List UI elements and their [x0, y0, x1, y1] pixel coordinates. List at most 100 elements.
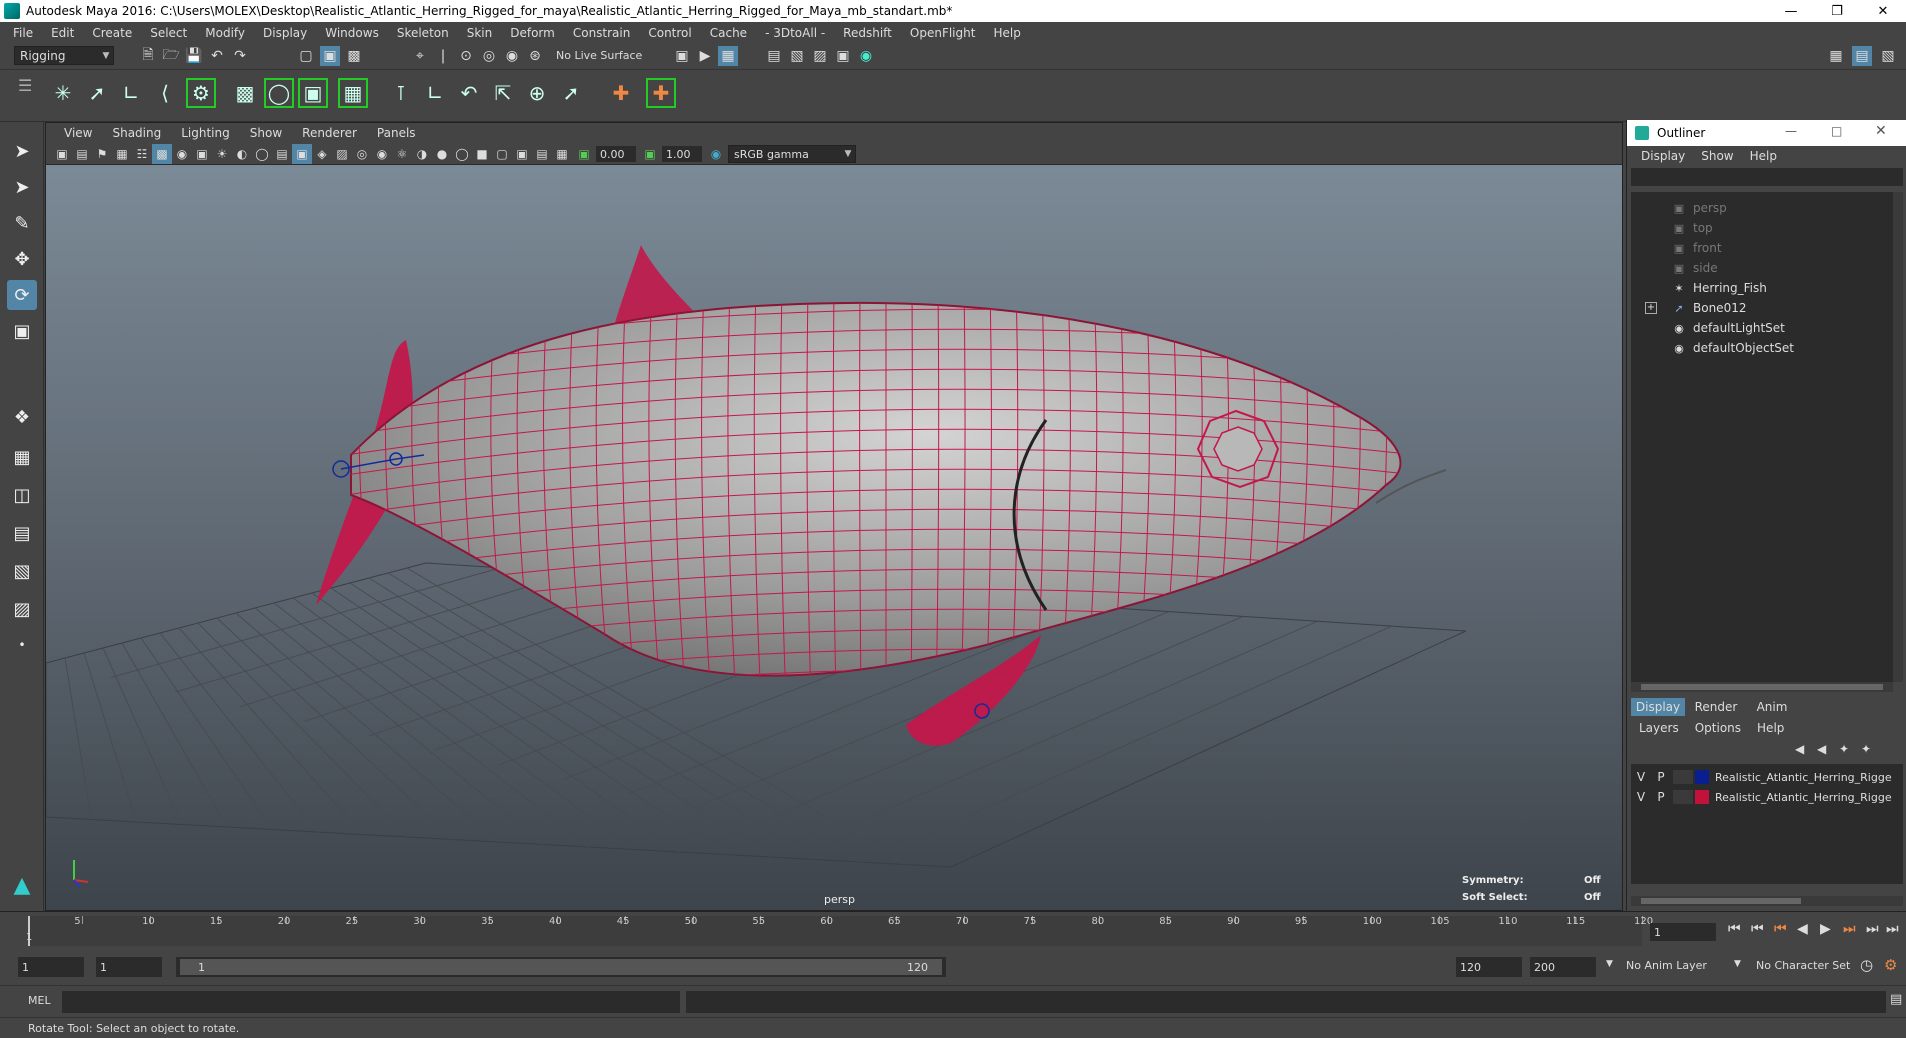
layer-color-swatch[interactable] — [1695, 790, 1709, 804]
smooth-shade-icon[interactable]: ◉ — [172, 144, 192, 164]
outliner-maximize-icon[interactable]: □ — [1831, 124, 1842, 138]
outliner-item-default-object-set[interactable]: ◉ defaultObjectSet — [1671, 338, 1794, 358]
layer-display-type[interactable] — [1673, 790, 1693, 804]
anim-layer-label[interactable]: No Anim Layer — [1626, 959, 1707, 972]
menu-openflight[interactable]: OpenFlight — [901, 26, 985, 40]
outliner-list[interactable]: ▣ persp ▣ top ▣ front ▣ side ✶ Herring_Fish ➚… — [1631, 192, 1893, 682]
move-layer-down-icon[interactable]: ◀ — [1817, 742, 1826, 756]
outliner-item-front[interactable]: ▣ front — [1671, 238, 1722, 258]
snap-point-icon[interactable]: ⊙ — [456, 46, 476, 66]
layer-menu-options[interactable]: Options — [1695, 721, 1757, 735]
smooth-bind-icon[interactable]: ◯ — [264, 78, 294, 108]
two-view-icon[interactable]: ◫ — [7, 480, 37, 510]
lasso-tool-icon[interactable]: ➤ — [7, 172, 37, 202]
safe-action-icon[interactable]: ▦ — [552, 144, 572, 164]
graph-persp-icon[interactable]: ▧ — [7, 556, 37, 586]
xray-icon[interactable]: ◯ — [252, 144, 272, 164]
vp-menu-show[interactable]: Show — [240, 126, 292, 140]
tab-anim[interactable]: Anim — [1745, 698, 1799, 716]
grid-toggle-icon[interactable]: ☷ — [132, 144, 152, 164]
range-handle[interactable]: 1 120 — [180, 959, 942, 975]
ipr-icon[interactable]: ▨ — [810, 46, 830, 66]
render-frame-icon[interactable]: ▶ — [695, 46, 715, 66]
bookmark-icon[interactable]: ⚑ — [92, 144, 112, 164]
outliner-persp-icon[interactable]: ▤ — [7, 518, 37, 548]
quad-layout-icon[interactable]: ❖ — [7, 402, 37, 432]
step-back-key-icon[interactable]: ⏮ — [1774, 921, 1787, 937]
render-settings-icon[interactable]: ▤ — [764, 46, 784, 66]
snap-surface-icon[interactable]: ◉ — [502, 46, 522, 66]
camera-attributes-icon[interactable]: ▤ — [72, 144, 92, 164]
redo-icon[interactable]: ↷ — [230, 46, 250, 66]
select-hierarchy-icon[interactable]: ▢ — [296, 46, 316, 66]
range-bar[interactable]: 1 120 — [176, 957, 946, 977]
vp-menu-shading[interactable]: Shading — [102, 126, 171, 140]
layer-visibility-toggle[interactable]: V — [1631, 790, 1651, 804]
point-constraint-icon[interactable]: ⊺ — [386, 78, 416, 108]
menu-create[interactable]: Create — [83, 26, 141, 40]
render-view-icon[interactable]: ▣ — [672, 46, 692, 66]
layer-visibility-toggle[interactable]: V — [1631, 770, 1651, 784]
four-view-icon[interactable]: ▦ — [7, 442, 37, 472]
modeling-toolkit-icon[interactable]: ▦ — [1826, 46, 1846, 66]
command-language-label[interactable]: MEL — [28, 994, 51, 1007]
depth-of-field-icon[interactable]: ◎ — [352, 144, 372, 164]
outliner-item-herring-fish[interactable]: ✶ Herring_Fish — [1671, 278, 1766, 298]
command-input[interactable] — [62, 991, 680, 1013]
chevron-down-icon[interactable]: ▼ — [1606, 959, 1613, 969]
select-tool-icon[interactable]: ➤ — [7, 136, 37, 166]
cluster-icon[interactable]: ▦ — [338, 78, 368, 108]
mirror-joint-icon[interactable]: ⟨ — [150, 78, 180, 108]
shaded-icon[interactable]: ● — [432, 144, 452, 164]
aim-constraint-icon[interactable]: ∟ — [420, 78, 450, 108]
menu-redshift[interactable]: Redshift — [834, 26, 901, 40]
anim-start-field[interactable]: 1 — [96, 957, 162, 977]
snap-live-icon[interactable]: ⊛ — [525, 46, 545, 66]
lattice-icon[interactable]: ▣ — [298, 78, 328, 108]
open-scene-icon[interactable]: 🗁 — [161, 46, 181, 66]
new-empty-layer-icon[interactable]: ✦ — [1839, 742, 1849, 756]
auto-key-icon[interactable]: ◷ — [1860, 956, 1873, 974]
xray-joints-icon[interactable]: ⚛ — [392, 144, 412, 164]
hypershade-persp-icon[interactable]: ▨ — [7, 594, 37, 624]
pole-vector-icon[interactable]: ➚ — [556, 78, 586, 108]
menu-control[interactable]: Control — [639, 26, 700, 40]
orient-joint-icon[interactable]: ⚙ — [186, 78, 216, 108]
shadows-icon[interactable]: ◐ — [232, 144, 252, 164]
joint-tool-icon[interactable]: ✳ — [48, 78, 78, 108]
expand-icon[interactable]: + — [1645, 302, 1657, 314]
menu-edit[interactable]: Edit — [42, 26, 83, 40]
minimize-icon[interactable]: — — [1768, 0, 1814, 22]
select-component-icon[interactable]: ▩ — [344, 46, 364, 66]
camera-select-icon[interactable]: ▣ — [52, 144, 72, 164]
bind-skin-icon[interactable]: ▩ — [230, 78, 260, 108]
step-forward-key-icon[interactable]: ⏭ — [1843, 921, 1856, 937]
field-chart-icon[interactable]: ▤ — [532, 144, 552, 164]
restore-icon[interactable]: ❐ — [1814, 0, 1860, 22]
preferences-icon[interactable]: ⚙ — [1884, 956, 1897, 974]
snap-view-icon[interactable]: ◎ — [479, 46, 499, 66]
playback-end-field[interactable]: 120 — [1456, 957, 1522, 977]
outliner-menu-display[interactable]: Display — [1633, 149, 1693, 163]
outliner-close-icon[interactable]: ✕ — [1875, 123, 1887, 139]
ik-handle-icon[interactable]: ➚ — [82, 78, 112, 108]
menu-display[interactable]: Display — [254, 26, 316, 40]
layer-row[interactable]: V P Realistic_Atlantic_Herring_Rigge — [1631, 768, 1903, 786]
anti-alias-icon[interactable]: ▨ — [332, 144, 352, 164]
chevron-down-icon[interactable]: ▼ — [1734, 959, 1741, 969]
save-scene-icon[interactable]: 💾 — [184, 46, 204, 66]
vp-menu-lighting[interactable]: Lighting — [171, 126, 240, 140]
outliner-minimize-icon[interactable]: — — [1785, 124, 1797, 138]
new-layer-selected-icon[interactable]: ✦ — [1861, 742, 1871, 756]
custom-layout-icon[interactable]: • — [7, 630, 37, 660]
wireframe-icon[interactable]: ▩ — [152, 144, 172, 164]
close-icon[interactable]: ✕ — [1860, 0, 1906, 22]
attribute-editor-icon[interactable]: ▤ — [1852, 46, 1872, 66]
outliner-horizontal-scrollbar[interactable] — [1631, 682, 1893, 692]
use-default-material-icon[interactable]: ◯ — [452, 144, 472, 164]
xray-active-icon[interactable]: ◑ — [412, 144, 432, 164]
parent-constraint-icon[interactable]: ⊕ — [522, 78, 552, 108]
ambient-occlusion-icon[interactable]: ◈ — [312, 144, 332, 164]
menu-skeleton[interactable]: Skeleton — [388, 26, 458, 40]
new-scene-icon[interactable]: 🗎 — [138, 46, 158, 66]
